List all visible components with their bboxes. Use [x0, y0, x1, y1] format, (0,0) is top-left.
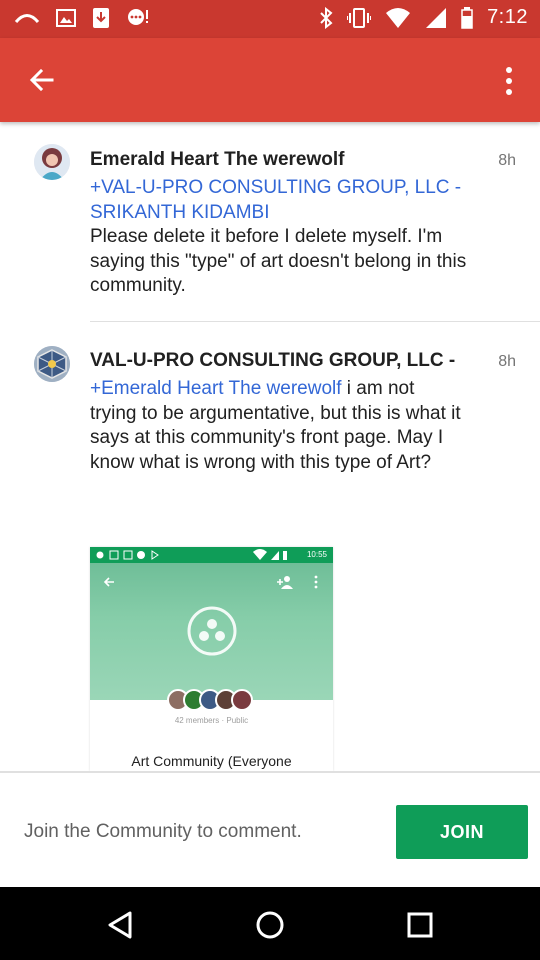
cell-signal-icon [426, 7, 447, 28]
status-time: 7:12 [487, 6, 528, 28]
comment-text: Please delete it before I delete myself.… [90, 226, 467, 296]
chat-bubble-icon [128, 9, 148, 25]
embedded-time: 10:55 [306, 550, 327, 559]
join-footer: Join the Community to comment. JOIN [0, 771, 540, 889]
embedded-community-title: Art Community (Everyone [131, 753, 292, 769]
join-prompt-text: Join the Community to comment. [24, 821, 302, 842]
comment-body: +VAL-U-PRO CONSULTING GROUP, LLC - SRIKA… [90, 176, 470, 299]
avatar-image [34, 346, 70, 382]
more-vert-icon[interactable] [504, 66, 514, 96]
comment-body: +Emerald Heart The werewolf i am not try… [90, 377, 462, 475]
community-icon [187, 606, 237, 656]
notification-icons [14, 7, 150, 29]
comment-timestamp: 8h [498, 353, 516, 370]
avatar[interactable] [34, 346, 70, 382]
recents-square-icon[interactable] [402, 907, 438, 943]
embedded-notification-icons [96, 550, 159, 560]
embedded-community-header [90, 563, 333, 700]
embedded-status-bar: 10:55 [90, 547, 333, 563]
mention-link[interactable]: +VAL-U-PRO CONSULTING GROUP, LLC - SRIKA… [90, 177, 461, 223]
app-bar [0, 38, 540, 122]
battery-icon [461, 6, 473, 29]
embedded-system-icons [253, 549, 287, 560]
embedded-members-count: 42 members · Public [174, 716, 249, 725]
system-icons: 7:12 [319, 6, 528, 29]
attached-screenshot[interactable]: 10:55 42 members · Public Art Community … [90, 547, 333, 771]
arrow-left-icon[interactable] [26, 64, 58, 96]
status-bar: 7:12 [0, 0, 540, 38]
mention-link[interactable]: +Emerald Heart The werewolf [90, 378, 342, 399]
back-triangle-icon[interactable] [102, 907, 138, 943]
home-circle-icon[interactable] [252, 907, 288, 943]
comment-author[interactable]: Emerald Heart The werewolf [90, 149, 344, 171]
comment-timestamp: 8h [498, 152, 516, 169]
join-button[interactable]: JOIN [396, 805, 528, 859]
bluetooth-icon [320, 6, 333, 29]
member-avatars [167, 689, 253, 711]
embedded-add-person-icon [277, 576, 293, 589]
missed-call-icon [14, 14, 40, 24]
comment-author[interactable]: VAL-U-PRO CONSULTING GROUP, LLC - [90, 350, 455, 372]
embedded-more-icon [314, 575, 318, 589]
system-nav-bar [0, 887, 540, 960]
avatar-image [34, 144, 70, 180]
wifi-icon [386, 7, 411, 28]
comment-divider [90, 321, 540, 322]
avatar[interactable] [34, 144, 70, 180]
image-icon [56, 9, 76, 27]
embedded-back-icon [103, 577, 114, 587]
vibrate-icon [347, 7, 372, 28]
download-icon [93, 8, 109, 28]
